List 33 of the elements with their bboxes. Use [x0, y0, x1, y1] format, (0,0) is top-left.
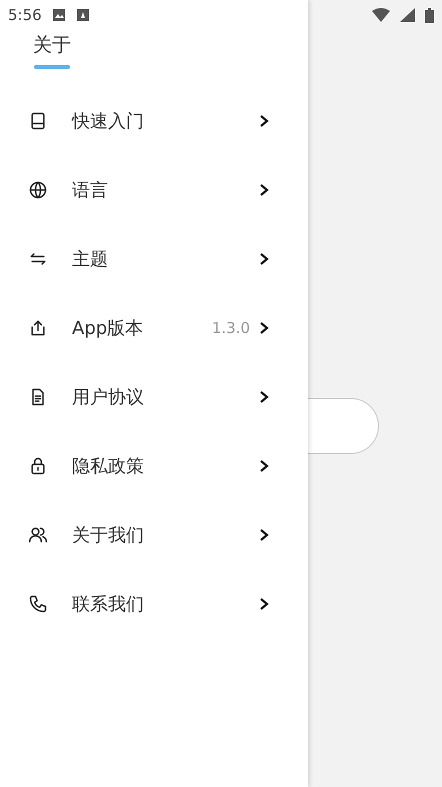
menu-item[interactable]: 联系我们	[0, 569, 308, 638]
menu-label: App版本	[72, 316, 144, 340]
chevron-right-icon	[258, 390, 270, 404]
chevron-right-icon	[258, 320, 270, 334]
phone-icon	[28, 594, 48, 614]
version-value: 1.3.0	[212, 318, 250, 336]
chevron-right-icon	[258, 182, 270, 196]
menu-item[interactable]: 快速入门	[0, 86, 308, 155]
globe-icon	[28, 180, 48, 200]
menu-label: 语言	[72, 178, 109, 202]
menu-item[interactable]: 用户协议	[0, 362, 308, 431]
menu-label: 关于我们	[72, 524, 145, 546]
signal-icon	[400, 8, 415, 22]
menu-item[interactable]: App版本 1.3.0	[0, 293, 308, 362]
menu-item[interactable]: 语言	[0, 155, 308, 224]
menu-item[interactable]: 关于我们	[0, 500, 308, 569]
menu-label: 用户协议	[72, 386, 145, 408]
tab[interactable]: 关于	[33, 32, 71, 69]
menu-label: 联系我们	[72, 592, 145, 616]
status-time: 5:56	[8, 6, 42, 24]
menu-item[interactable]: 隐私政策	[0, 431, 308, 500]
people-icon	[28, 524, 48, 544]
menu-label: 快速入门	[72, 110, 145, 132]
chevron-right-icon	[258, 114, 270, 128]
menu-item[interactable]: 主题	[0, 224, 308, 293]
chevron-right-icon	[258, 252, 270, 266]
chevron-right-icon	[258, 596, 270, 610]
chevron-right-icon	[258, 528, 270, 542]
menu-label: 主题	[72, 248, 109, 270]
wifi-icon	[372, 8, 390, 22]
battery-icon	[425, 8, 434, 22]
menu-label: 隐私政策	[72, 454, 145, 478]
chevron-right-icon	[258, 458, 270, 472]
